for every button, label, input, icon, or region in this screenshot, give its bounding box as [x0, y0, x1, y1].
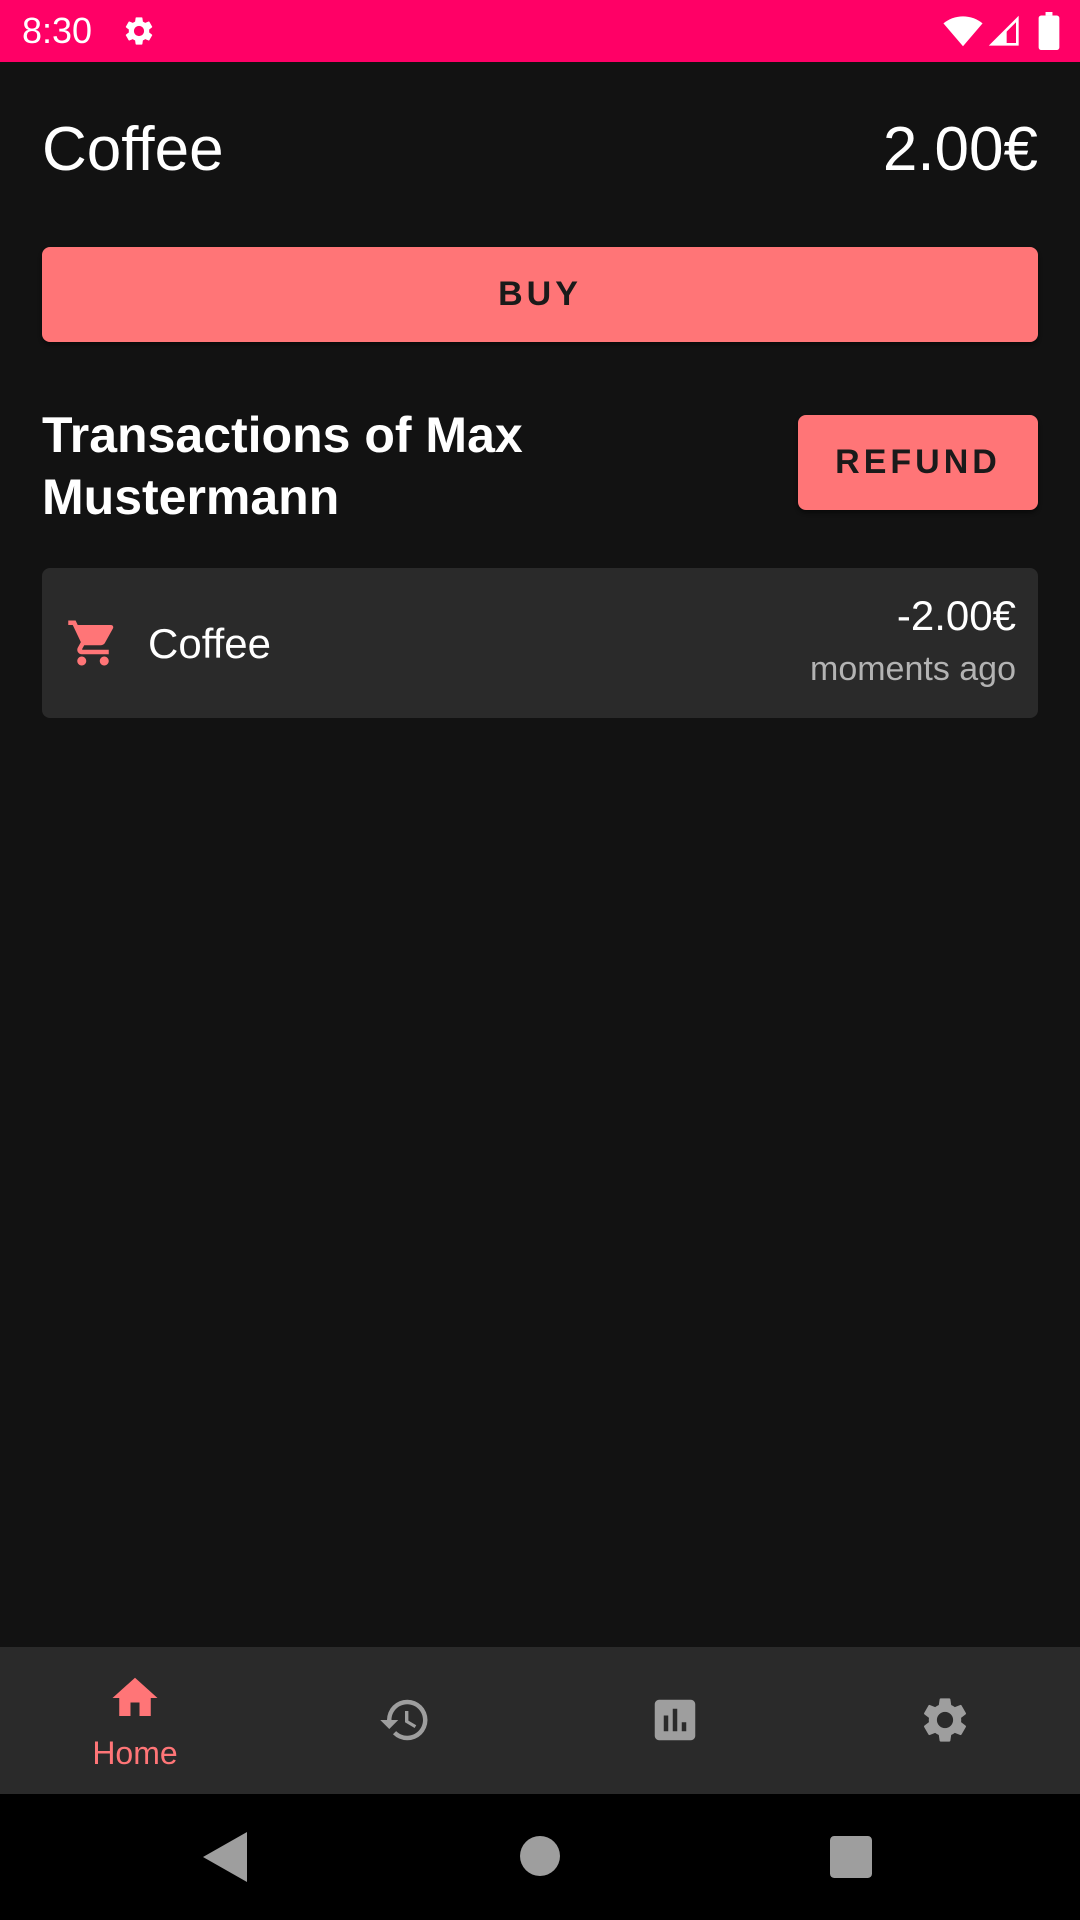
- battery-icon: [1038, 12, 1060, 50]
- app-screen: 8:30 Coffee 2.00€ BUY Transactions of Ma…: [0, 0, 1080, 1920]
- recents-icon[interactable]: [830, 1836, 872, 1878]
- nav-item-history[interactable]: [270, 1647, 540, 1794]
- status-time: 8:30: [22, 10, 93, 51]
- signal-icon: [988, 15, 1019, 46]
- system-navigation-bar: [0, 1794, 1080, 1920]
- transaction-name: Coffee: [148, 620, 271, 667]
- transaction-amount: -2.00€: [896, 592, 1016, 639]
- back-icon[interactable]: [203, 1832, 247, 1882]
- settings-icon: [923, 1698, 967, 1742]
- cart-icon: [68, 620, 114, 666]
- buy-button[interactable]: BUY: [42, 247, 1038, 342]
- product-price: 2.00€: [882, 115, 1038, 184]
- transactions-title: Transactions of Max Mustermann: [42, 407, 523, 525]
- bottom-navigation: Home: [0, 1647, 1080, 1794]
- gear-icon: [125, 17, 153, 45]
- wifi-icon: [943, 16, 983, 47]
- nav-item-settings[interactable]: [810, 1647, 1080, 1794]
- nav-label-home: Home: [92, 1735, 178, 1771]
- transaction-item[interactable]: Coffee -2.00€ moments ago: [42, 568, 1038, 718]
- history-icon: [380, 1699, 428, 1741]
- transaction-time: moments ago: [810, 650, 1016, 688]
- bar-chart-icon: [654, 1699, 696, 1741]
- product-name: Coffee: [42, 115, 224, 184]
- status-bar: 8:30: [0, 0, 1080, 62]
- refund-button[interactable]: REFUND: [798, 415, 1038, 510]
- nav-item-statistics[interactable]: [540, 1647, 810, 1794]
- home-circle-icon[interactable]: [520, 1836, 560, 1876]
- nav-item-home[interactable]: Home: [0, 1647, 270, 1794]
- home-icon: [112, 1677, 158, 1716]
